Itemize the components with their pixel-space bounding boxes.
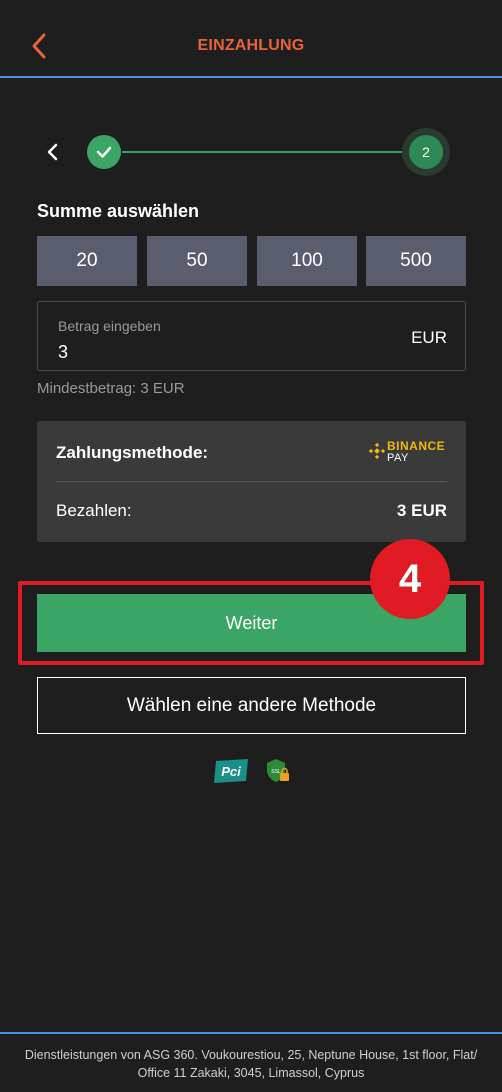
svg-text:Pci: Pci — [221, 764, 241, 779]
page-title: EINZAHLUNG — [197, 37, 305, 54]
step-back-button[interactable] — [42, 140, 62, 164]
chevron-left-icon — [47, 143, 58, 161]
progress-stepper: 2 — [36, 128, 466, 176]
step-connector — [122, 151, 412, 153]
payment-method-label: Zahlungsmethode: — [56, 443, 209, 462]
pay-amount-value: 3 EUR — [396, 501, 447, 520]
amount-input-value[interactable]: 3 — [58, 342, 68, 363]
amount-input[interactable]: Betrag eingeben 3 EUR — [37, 301, 466, 371]
checkmark-icon — [96, 146, 112, 158]
svg-text:SSL: SSL — [271, 769, 281, 775]
binance-logo-text: BINANCE — [387, 439, 446, 453]
footer: Dienstleistungen von ASG 360. Voukourest… — [0, 1032, 502, 1092]
annotation-step-badge: 4 — [370, 539, 450, 619]
binance-logo-subtext: PAY — [387, 452, 409, 464]
amount-preset-50[interactable]: 50 — [147, 236, 247, 286]
amount-presets: 20 50 100 500 — [37, 236, 466, 286]
amount-preset-100[interactable]: 100 — [257, 236, 357, 286]
security-badges: Pci SSL — [212, 758, 292, 786]
choose-other-method-button[interactable]: Wählen eine andere Methode — [37, 677, 466, 734]
amount-preset-500[interactable]: 500 — [366, 236, 466, 286]
step-1-completed — [87, 135, 121, 169]
amount-input-currency: EUR — [411, 328, 447, 347]
app-header: EINZAHLUNG — [0, 0, 502, 78]
minimum-amount-hint: Mindestbetrag: 3 EUR — [37, 380, 185, 397]
amount-preset-20[interactable]: 20 — [37, 236, 137, 286]
amount-input-label: Betrag eingeben — [58, 318, 161, 334]
binance-pay-logo: BINANCE PAY — [369, 439, 447, 465]
payment-summary: Zahlungsmethode: BINANCE PAY Bezahlen: 3… — [37, 421, 466, 542]
ssl-lock-icon: SSL — [267, 759, 289, 782]
footer-legal-text: Dienstleistungen von ASG 360. Voukourest… — [24, 1048, 478, 1080]
amount-section-title: Summe auswählen — [37, 201, 200, 221]
binance-icon — [369, 443, 385, 459]
summary-divider — [56, 481, 447, 482]
pay-amount-label: Bezahlen: — [56, 501, 132, 520]
step-2-current: 2 — [409, 135, 443, 169]
pci-badge-icon: Pci — [214, 759, 248, 783]
